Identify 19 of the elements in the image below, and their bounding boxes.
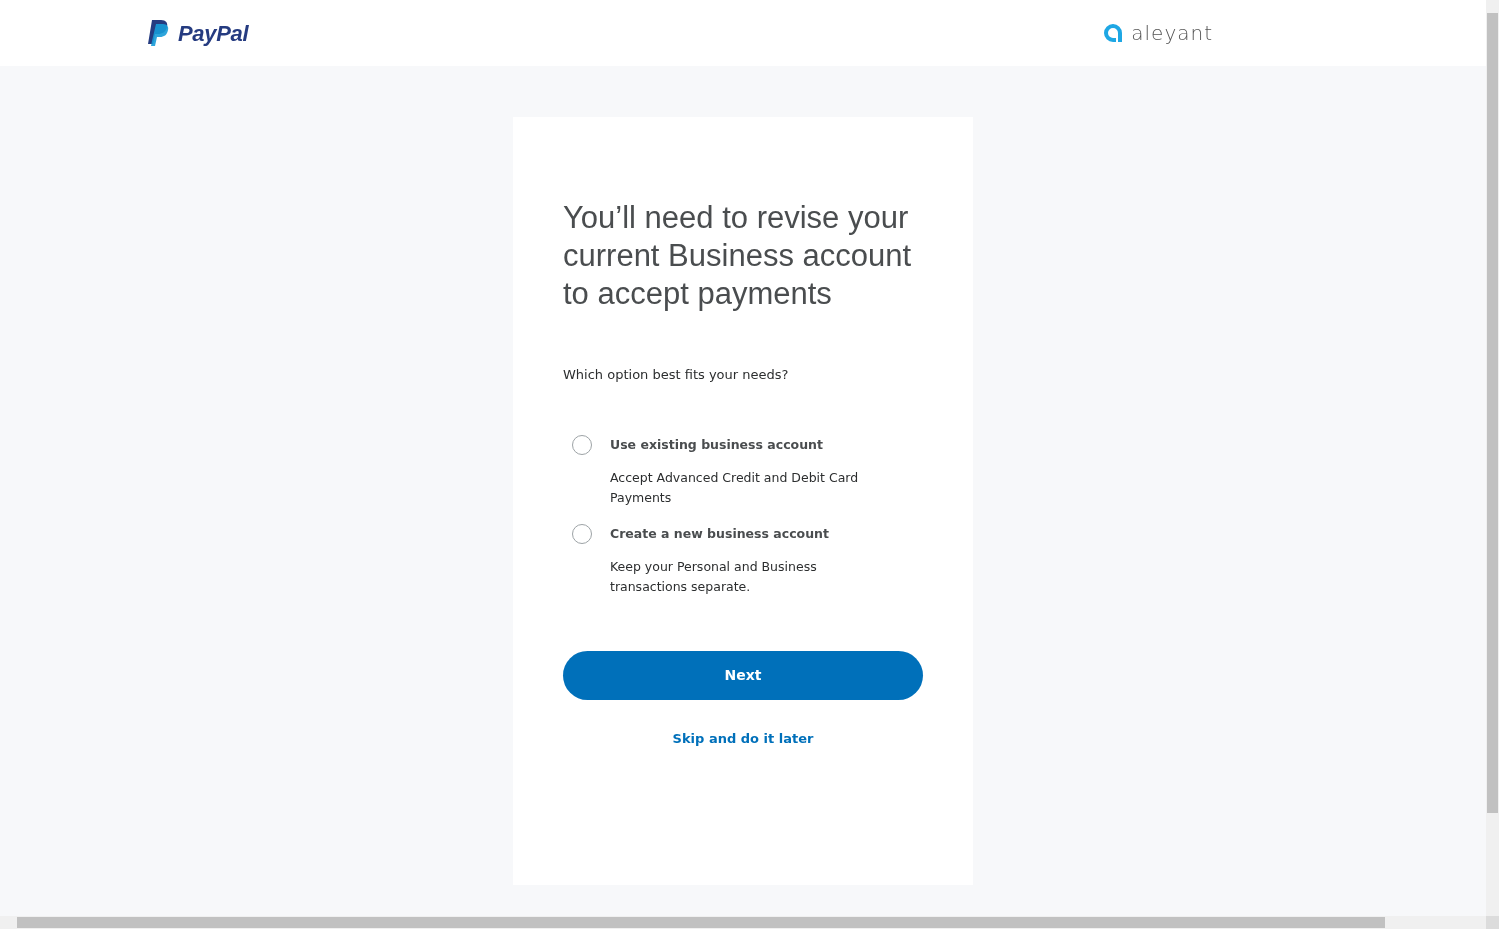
radio-button[interactable]: [572, 434, 592, 455]
paypal-logo: PayPal: [178, 19, 249, 48]
aleyant-logo: aleyant: [1131, 20, 1213, 47]
scrollbar-thumb[interactable]: [17, 917, 1385, 928]
aleyant-logo-icon: [1103, 23, 1124, 43]
scrollbar-thumb[interactable]: [1487, 13, 1498, 813]
radio-button[interactable]: [572, 523, 592, 544]
skip-link[interactable]: Skip and do it later: [672, 728, 814, 748]
option-label[interactable]: Create a new business account: [610, 523, 880, 544]
page-heading: You’ll need to revise your current Business account to accept payments: [563, 199, 913, 313]
question-text: Which option best fits your needs?: [563, 366, 790, 384]
option-description: Keep your Personal and Business transactions separate.: [610, 557, 818, 596]
option-label[interactable]: Use existing business account: [610, 434, 880, 455]
vertical-scrollbar[interactable]: [1486, 0, 1499, 916]
paypal-logo-icon: [148, 20, 170, 46]
scrollbar-corner: [1486, 916, 1499, 929]
horizontal-scrollbar[interactable]: [0, 916, 1486, 929]
option-description: Accept Advanced Credit and Debit Card Payments: [610, 468, 860, 507]
next-button[interactable]: Next: [563, 650, 923, 700]
